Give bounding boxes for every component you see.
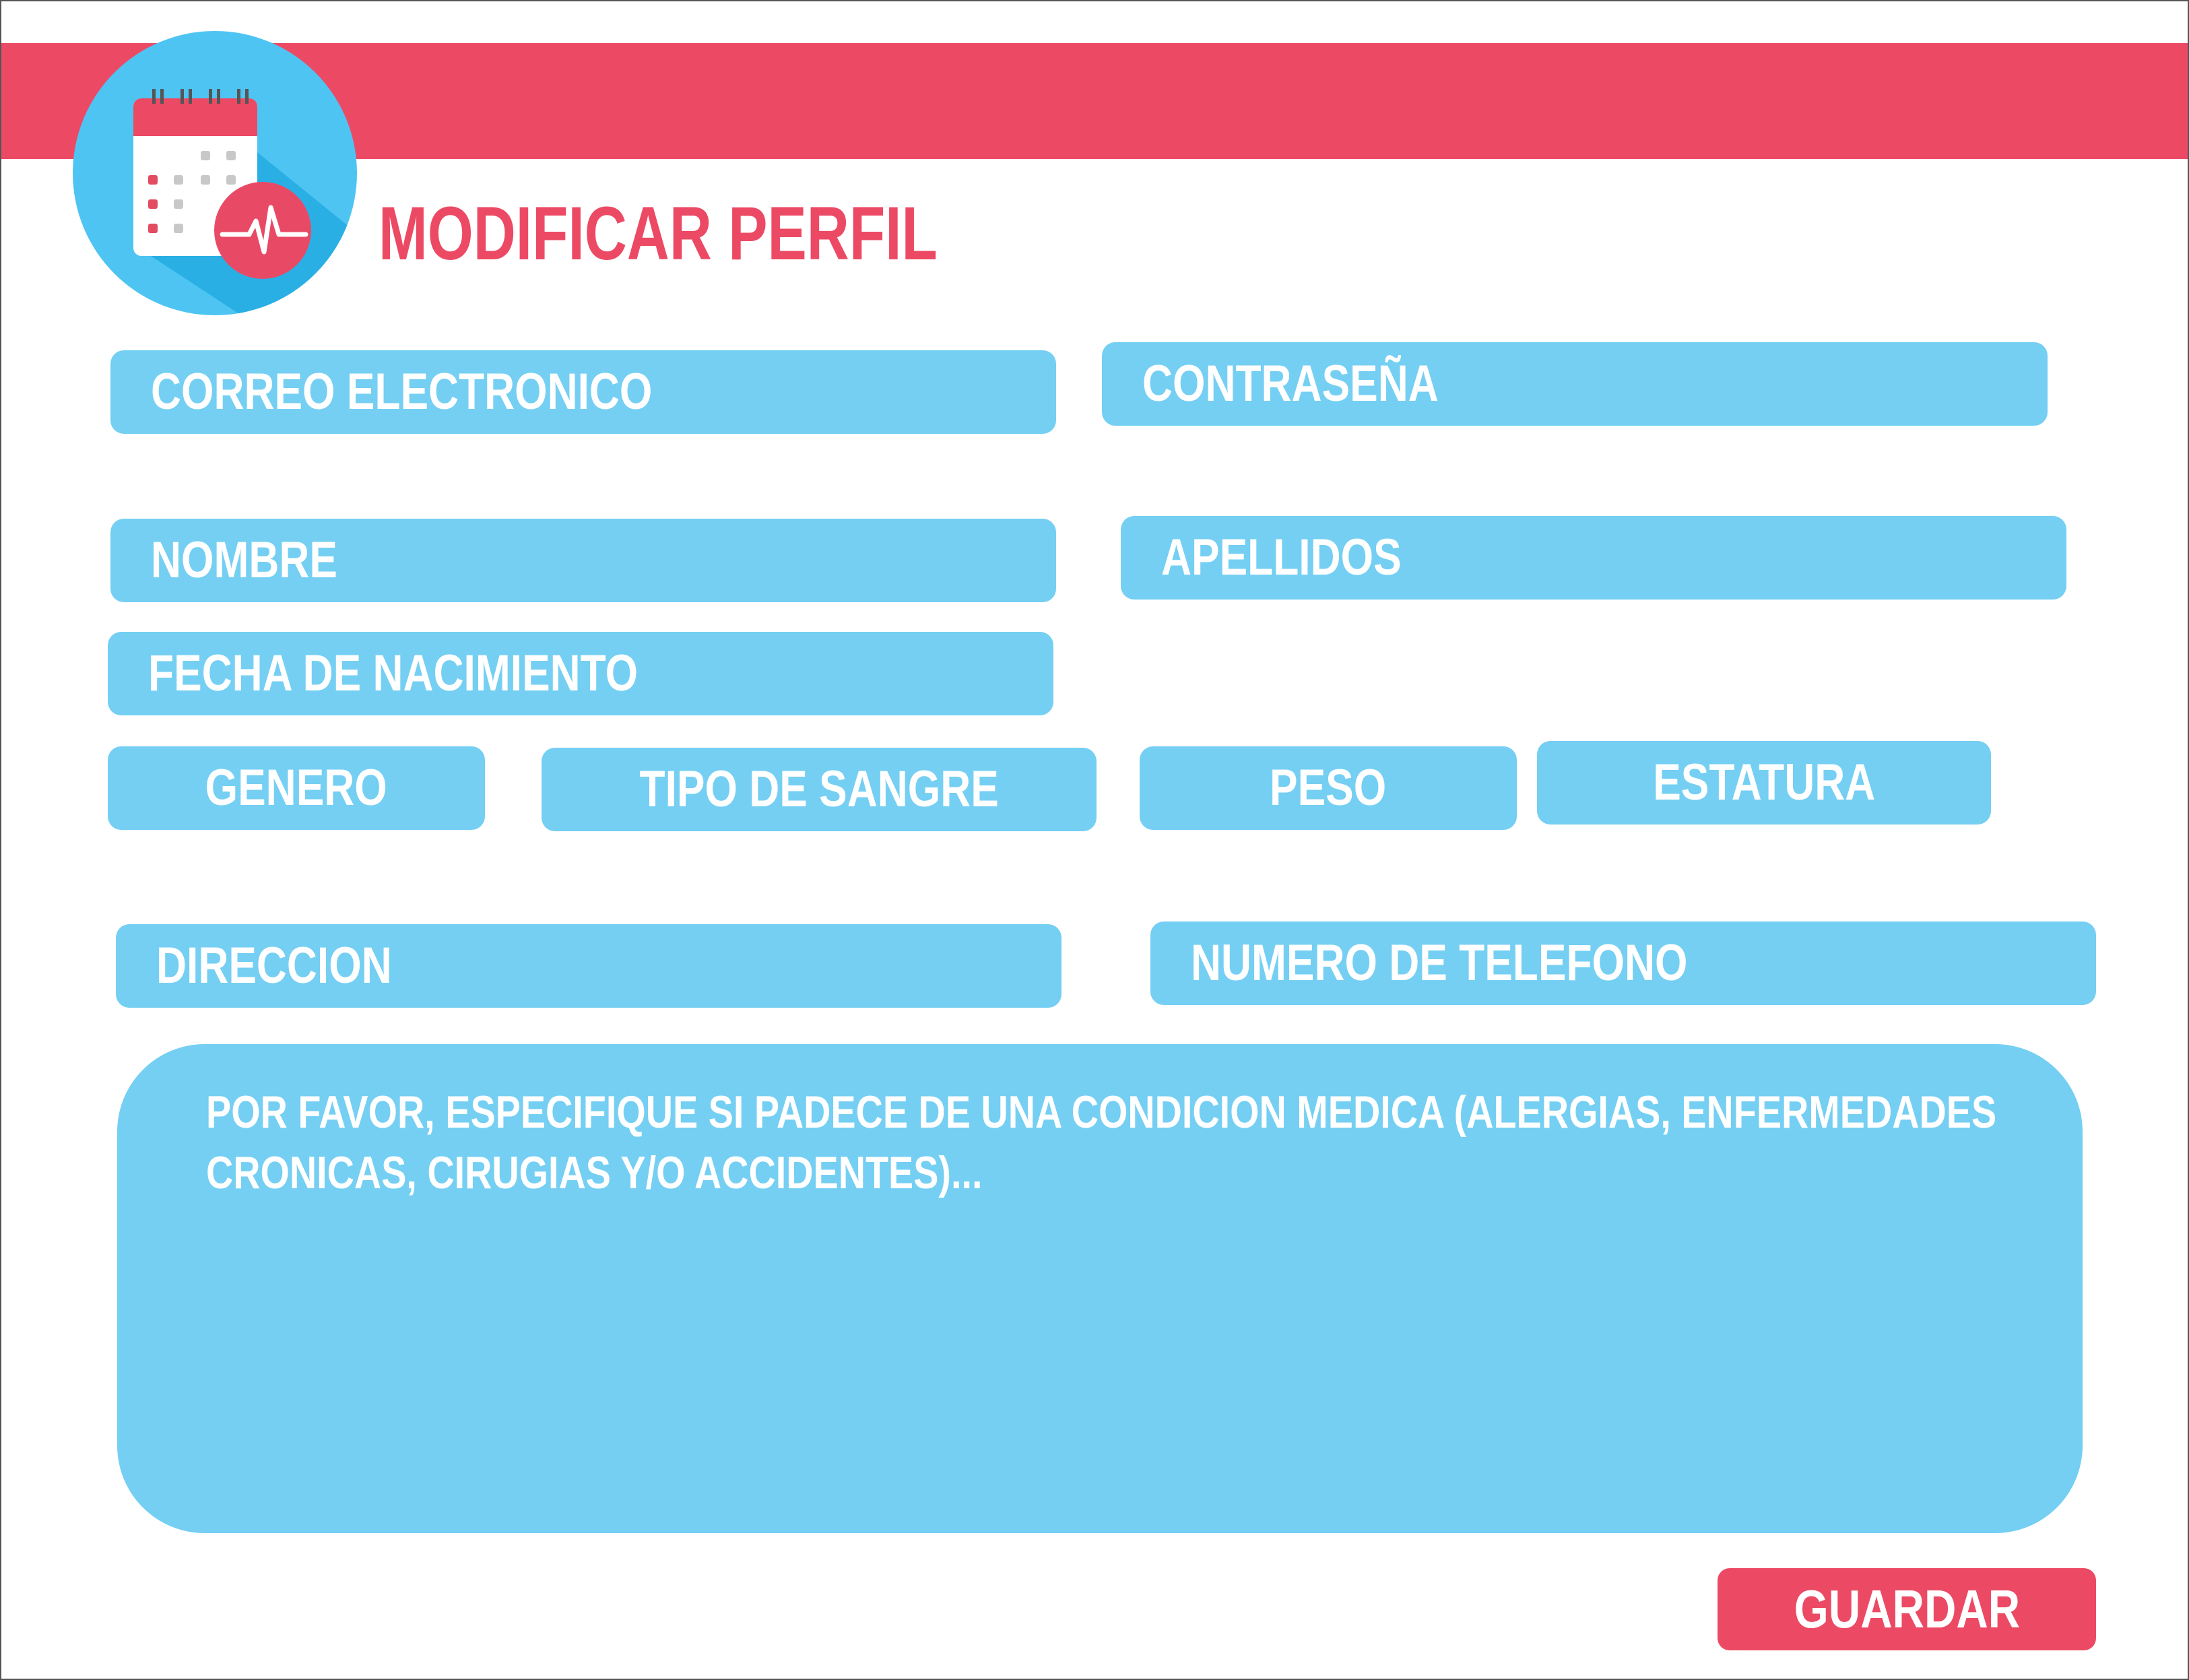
medical-notes-placeholder: POR FAVOR, ESPECIFIQUE SI PADECE DE UNA … — [206, 1087, 1997, 1198]
birth-date-field-label: FECHA DE NACIMIENTO — [148, 645, 639, 702]
calendar-heartbeat-icon — [73, 31, 357, 315]
medical-notes-textarea[interactable]: POR FAVOR, ESPECIFIQUE SI PADECE DE UNA … — [117, 1044, 2083, 1533]
birth-date-field[interactable]: FECHA DE NACIMIENTO — [108, 632, 1053, 715]
last-name-field[interactable]: APELLIDOS — [1121, 516, 2066, 600]
save-button[interactable]: GUARDAR — [1718, 1568, 2096, 1650]
weight-field[interactable]: PESO — [1140, 746, 1517, 830]
address-field-label: DIRECCION — [156, 937, 392, 994]
first-name-field-label: NOMBRE — [151, 531, 337, 589]
height-field[interactable]: ESTATURA — [1537, 741, 1991, 825]
email-field[interactable]: CORREO ELECTRONICO — [110, 350, 1056, 434]
page-title: MODIFICAR PERFIL — [379, 191, 938, 276]
phone-field[interactable]: NUMERO DE TELEFONO — [1150, 922, 2096, 1005]
gender-field[interactable]: GENERO — [108, 746, 485, 830]
blood-type-field-label: TIPO DE SANGRE — [639, 761, 999, 818]
last-name-field-label: APELLIDOS — [1161, 529, 1402, 586]
address-field[interactable]: DIRECCION — [116, 924, 1061, 1008]
gender-field-label: GENERO — [205, 759, 388, 816]
save-button-label: GUARDAR — [1794, 1579, 2020, 1639]
blood-type-field[interactable]: TIPO DE SANGRE — [542, 748, 1097, 831]
height-field-label: ESTATURA — [1652, 754, 1876, 811]
password-field-label: CONTRASEÑA — [1142, 355, 1439, 412]
first-name-field[interactable]: NOMBRE — [110, 519, 1056, 602]
email-field-label: CORREO ELECTRONICO — [151, 363, 653, 420]
password-field[interactable]: CONTRASEÑA — [1102, 342, 2048, 426]
profile-form-window: MODIFICAR PERFIL CORREO ELECTRONICO CONT… — [0, 0, 2189, 1680]
phone-field-label: NUMERO DE TELEFONO — [1191, 934, 1688, 992]
weight-field-label: PESO — [1270, 759, 1387, 816]
